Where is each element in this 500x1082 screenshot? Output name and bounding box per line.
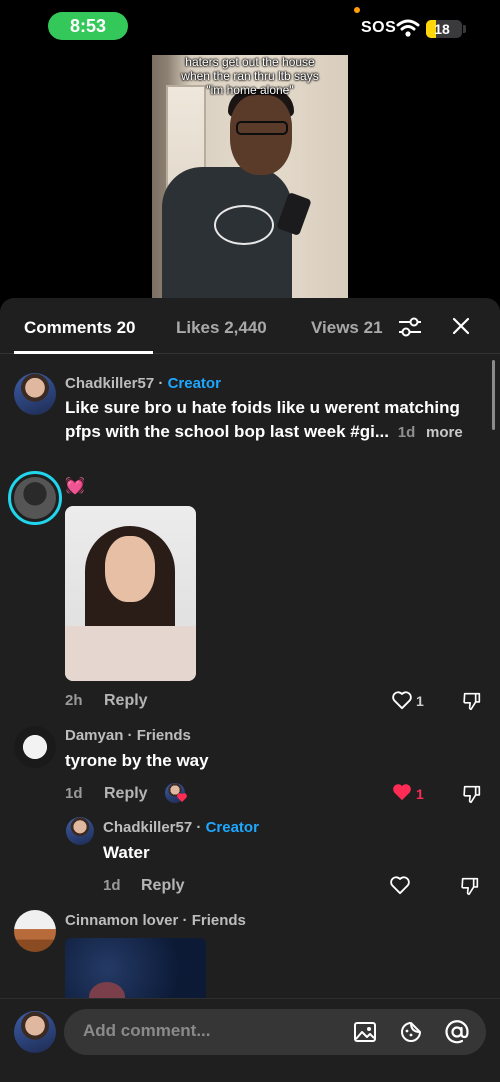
avatar[interactable]: [14, 726, 56, 768]
tab-bar: Comments 20 Likes 2,440 Views 21: [0, 298, 500, 354]
caption-line: haters get out the house: [185, 55, 315, 69]
creator-badge: Creator: [205, 819, 259, 836]
avatar[interactable]: [14, 373, 56, 415]
heart-filled-icon[interactable]: [391, 782, 413, 802]
avatar[interactable]: [14, 910, 56, 952]
privacy-indicator-dot: [354, 7, 360, 13]
reply-time: 1d: [103, 877, 121, 894]
comment-time: 2h: [65, 692, 83, 709]
comment-time: 1d: [397, 424, 416, 441]
reply-button[interactable]: Reply: [104, 785, 148, 803]
video-preview[interactable]: haters get out the house when the ran th…: [152, 55, 348, 298]
comment-image[interactable]: [65, 506, 196, 681]
reply-text: Water: [103, 843, 150, 862]
comment-line: pfps with the school bop last week #gi..…: [65, 422, 389, 441]
comment-line: Like sure bro u hate foids like u werent…: [65, 398, 460, 417]
small-heart-icon: [177, 793, 187, 802]
comment-composer-bar: Add comment...: [0, 998, 500, 1082]
active-tab-indicator: [14, 351, 153, 354]
username-text: Chadkiller57: [103, 819, 193, 836]
reply-button[interactable]: Reply: [141, 877, 185, 895]
comment-time: 1d: [65, 785, 83, 802]
avatar[interactable]: [66, 817, 94, 845]
dislike-icon[interactable]: [461, 690, 483, 712]
heart-outline-icon[interactable]: [389, 875, 411, 895]
username-text: Chadkiller57: [65, 375, 155, 392]
caption-line: when the ran thru ltb says: [181, 69, 319, 83]
caption-line: "im home alone": [206, 83, 294, 97]
comment-input-placeholder: Add comment...: [83, 1021, 211, 1040]
like-count: 1: [416, 786, 424, 802]
heart-outline-icon[interactable]: [391, 690, 413, 710]
separator: ·: [182, 912, 188, 929]
dislike-icon[interactable]: [461, 783, 483, 805]
comment-text: Like sure bro u hate foids like u werent…: [65, 396, 485, 445]
comment-username[interactable]: Chadkiller57 · Creator: [65, 375, 221, 392]
mention-icon[interactable]: [444, 1019, 470, 1045]
video-caption: haters get out the house when the ran th…: [152, 55, 348, 97]
tab-likes[interactable]: Likes 2,440: [176, 318, 267, 338]
comment-text: tyrone by the way: [65, 751, 209, 770]
my-avatar: [14, 1011, 56, 1053]
reply-button[interactable]: Reply: [104, 692, 148, 710]
dislike-icon[interactable]: [459, 875, 481, 897]
image-icon[interactable]: [353, 1020, 377, 1044]
separator: ·: [158, 375, 164, 392]
username-text: Cinnamon lover: [65, 912, 179, 929]
separator: ·: [196, 819, 202, 836]
reply-username[interactable]: Chadkiller57 · Creator: [103, 819, 259, 836]
sticker-icon[interactable]: [399, 1020, 423, 1044]
comment-username[interactable]: Damyan · Friends: [65, 727, 191, 744]
comment-image[interactable]: [65, 938, 206, 1000]
tab-views[interactable]: Views 21: [311, 318, 383, 338]
friends-badge: Friends: [191, 912, 246, 929]
scrollbar[interactable]: [492, 360, 495, 430]
avatar[interactable]: [14, 477, 56, 519]
username-text: Damyan: [65, 727, 124, 744]
battery-level: 18: [434, 21, 450, 37]
more-link[interactable]: more: [426, 424, 463, 441]
status-time: 8:53: [48, 12, 128, 40]
creator-badge: Creator: [167, 375, 221, 392]
carrier-label: SOS: [361, 19, 397, 36]
separator: ·: [127, 727, 133, 744]
status-bar: 8:53 SOS 18: [0, 0, 500, 52]
friends-badge: Friends: [136, 727, 191, 744]
filter-icon[interactable]: [397, 314, 423, 340]
comment-emoji: 💓: [65, 478, 85, 495]
tab-comments[interactable]: Comments 20: [24, 318, 135, 338]
comment-username[interactable]: Cinnamon lover · Friends: [65, 912, 246, 929]
close-icon[interactable]: [449, 314, 473, 338]
battery-tip: [463, 25, 466, 33]
wifi-icon: [396, 19, 420, 37]
like-count: 1: [416, 693, 424, 709]
comment-input[interactable]: Add comment...: [64, 1009, 486, 1055]
battery-icon: 18: [426, 20, 462, 38]
